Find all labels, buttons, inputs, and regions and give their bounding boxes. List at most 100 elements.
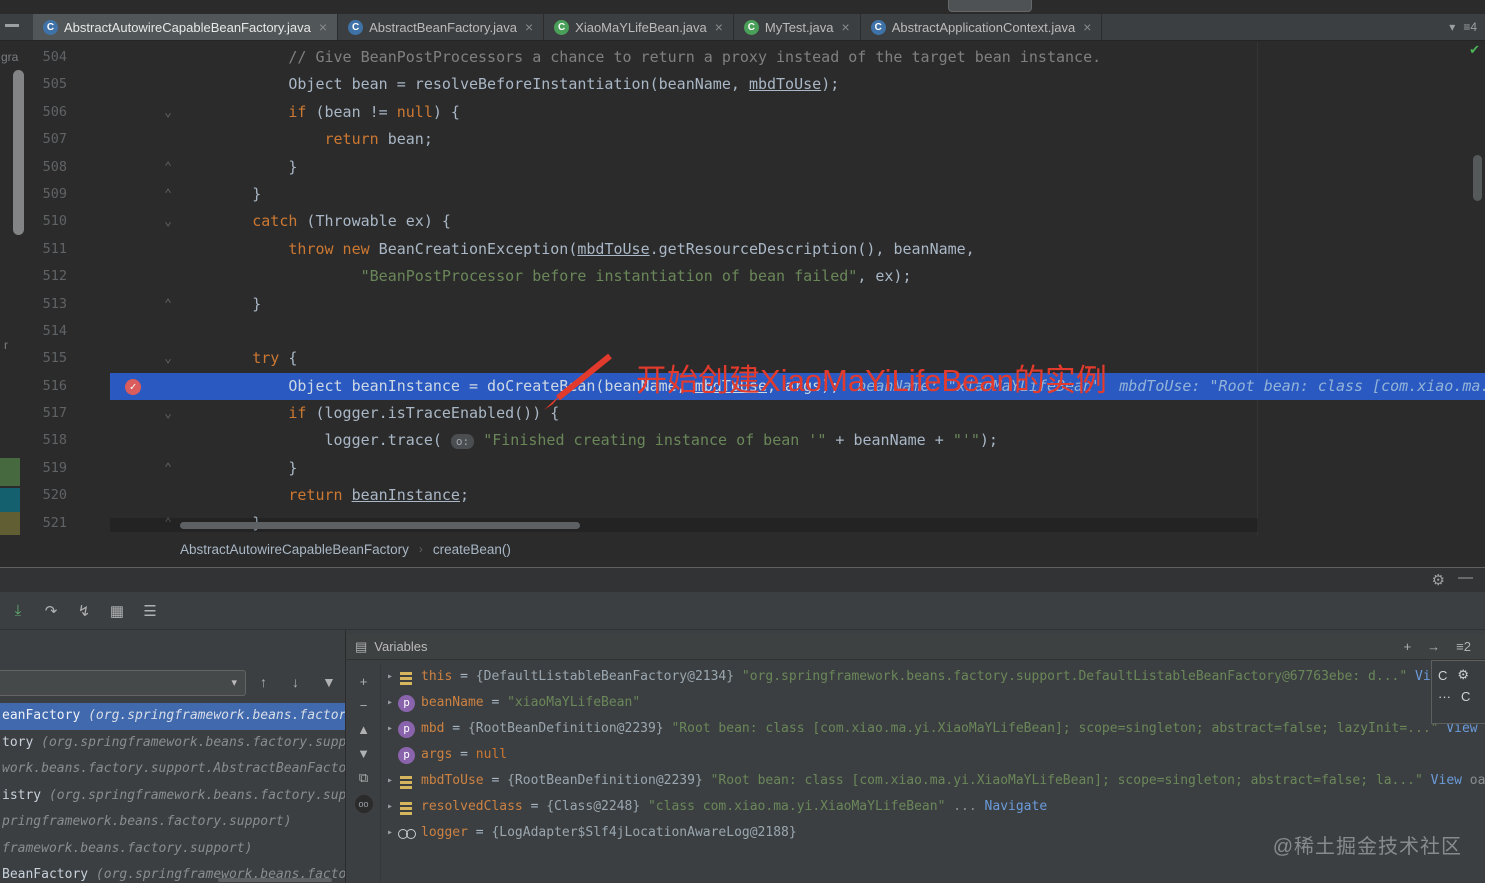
code-line[interactable]: 516 ✓ Object beanInstance = doCreateBean(b…: [0, 372, 1485, 401]
editor-tab[interactable]: C AbstractBeanFactory.java ×: [338, 14, 545, 40]
tabs-dropdown-icon[interactable]: ▾: [1449, 20, 1455, 34]
gutter[interactable]: [67, 318, 180, 345]
move-down-icon[interactable]: ▼: [357, 746, 370, 761]
code-line[interactable]: 505 Object bean = resolveBeforeInstantiat…: [0, 71, 1485, 98]
exec-point-icon[interactable]: ⤓: [8, 602, 28, 619]
code-line[interactable]: 512 "BeanPostProcessor before instantiati…: [0, 263, 1485, 290]
editor-tab[interactable]: C MyTest.java ×: [734, 14, 861, 40]
code-line[interactable]: 509 ⌃}: [0, 181, 1485, 208]
gutter[interactable]: [67, 236, 180, 263]
value-link[interactable]: View: [1423, 768, 1462, 794]
gutter[interactable]: ⌄: [67, 99, 180, 126]
code-line[interactable]: 513 ⌃}: [0, 291, 1485, 318]
fold-close-icon[interactable]: ⌃: [160, 154, 176, 181]
debug-minimize-icon[interactable]: —: [1458, 569, 1473, 586]
view-breakpoints-icon[interactable]: ▦: [107, 602, 127, 620]
gutter[interactable]: [67, 44, 180, 71]
thread-selector[interactable]: ▾: [0, 670, 246, 696]
header-jump-icon[interactable]: →: [1427, 639, 1440, 654]
settings-lines-icon[interactable]: ☰: [140, 602, 160, 620]
code-line[interactable]: 518 logger.trace( o: "Finished creating i…: [0, 427, 1485, 454]
frame-row[interactable]: work.beans.factory.support.AbstractBeanF…: [0, 756, 345, 783]
tabs-menu-icon[interactable]: ≡4: [1463, 20, 1477, 34]
value-link[interactable]: Navigate: [977, 794, 1048, 820]
fold-close-icon[interactable]: ⌃: [160, 455, 176, 482]
breadcrumb-class[interactable]: AbstractAutowireCapableBeanFactory: [180, 542, 409, 557]
editor-tab[interactable]: C AbstractApplicationContext.java ×: [861, 14, 1103, 40]
expand-arrow-icon[interactable]: ▸: [382, 794, 398, 820]
variable-row[interactable]: ▸ p beanName = "xiaoMaYLifeBean": [382, 690, 1485, 716]
breakpoint-icon[interactable]: ✓: [125, 378, 141, 395]
header-add-icon[interactable]: +: [1404, 639, 1412, 654]
frame-row[interactable]: framework.beans.factory.support): [0, 836, 345, 863]
gutter[interactable]: ⌃: [67, 455, 180, 482]
close-tab-icon[interactable]: ×: [1083, 19, 1091, 35]
variable-row[interactable]: p args = null: [382, 742, 1485, 768]
close-tab-icon[interactable]: ×: [842, 19, 850, 35]
fold-close-icon[interactable]: ⌃: [160, 181, 176, 208]
code-line[interactable]: 507 return bean;: [0, 126, 1485, 153]
code-line[interactable]: 519 ⌃}: [0, 455, 1485, 482]
frame-row[interactable]: eanFactory (org.springframework.beans.fa…: [0, 703, 345, 730]
fold-open-icon[interactable]: ⌄: [160, 208, 176, 235]
inspection-status-icon[interactable]: ✔: [1469, 42, 1480, 58]
breadcrumb-method[interactable]: createBean(): [433, 542, 511, 557]
code-line[interactable]: 510 ⌄ catch (Throwable ex) {: [0, 208, 1485, 235]
editor-vertical-scrollbar[interactable]: [1473, 155, 1482, 201]
code-line[interactable]: 520 return beanInstance;: [0, 482, 1485, 509]
gutter[interactable]: [67, 126, 180, 153]
console-tab-fragment[interactable]: C: [1461, 689, 1470, 704]
tool-window-scrollbar[interactable]: [13, 70, 24, 235]
fold-close-icon[interactable]: ⌃: [160, 291, 176, 318]
code-line[interactable]: 504// Give BeanPostProcessors a chance t…: [0, 44, 1485, 71]
watch-toggle-icon[interactable]: oo: [354, 795, 373, 813]
move-up-icon[interactable]: ▲: [357, 722, 370, 737]
fold-open-icon[interactable]: ⌄: [160, 400, 176, 427]
gutter[interactable]: [67, 263, 180, 290]
close-tab-icon[interactable]: ×: [319, 19, 327, 35]
expand-arrow-icon[interactable]: ▸: [382, 820, 398, 846]
code-line[interactable]: 508 ⌃}: [0, 154, 1485, 181]
gutter[interactable]: ⌃: [67, 291, 180, 318]
header-layout-icon[interactable]: ≡2: [1456, 639, 1471, 654]
debug-settings-gear-icon[interactable]: ⚙: [1432, 571, 1445, 589]
fold-open-icon[interactable]: ⌄: [160, 345, 176, 372]
overlay-more-icon[interactable]: ···: [1438, 689, 1451, 704]
remove-watch-icon[interactable]: −: [360, 698, 368, 713]
overlay-gear-icon[interactable]: ⚙: [1457, 667, 1469, 683]
close-tab-icon[interactable]: ×: [525, 19, 533, 35]
expand-arrow-icon[interactable]: ▸: [382, 664, 398, 690]
code-line[interactable]: 511 throw new BeanCreationException(mbdTo…: [0, 236, 1485, 263]
gutter[interactable]: ⌃: [67, 181, 180, 208]
frame-row[interactable]: tory (org.springframework.beans.factory.…: [0, 730, 345, 757]
combo-arrow-icon[interactable]: ▾: [231, 676, 237, 689]
force-step-over-icon[interactable]: ↷: [41, 602, 61, 620]
gutter[interactable]: [67, 482, 180, 509]
expand-arrow-icon[interactable]: ▸: [382, 768, 398, 794]
close-tab-icon[interactable]: ×: [715, 19, 723, 35]
variable-row[interactable]: ▸ p mbd = {RootBeanDefinition@2239} "Root …: [382, 716, 1485, 742]
force-step-into-icon[interactable]: ↯: [74, 602, 94, 620]
variable-row[interactable]: ▸ this = {DefaultListableBeanFactory@2134…: [382, 664, 1485, 690]
frames-horizontal-scrollbar[interactable]: [218, 878, 332, 882]
console-tab-fragment[interactable]: C: [1438, 668, 1447, 683]
frame-filter-icon[interactable]: ▼: [322, 674, 336, 690]
gutter[interactable]: ⌄: [67, 345, 180, 372]
editor-tab[interactable]: C XiaoMaYLifeBean.java ×: [544, 14, 734, 40]
code-line[interactable]: 515 ⌄ try {: [0, 345, 1485, 372]
gutter[interactable]: ✓: [67, 373, 180, 400]
expand-arrow-icon[interactable]: ▸: [382, 690, 398, 716]
frame-row[interactable]: pringframework.beans.factory.support): [0, 809, 345, 836]
code-editor[interactable]: 504// Give BeanPostProcessors a chance t…: [0, 42, 1485, 535]
gutter[interactable]: [67, 427, 180, 454]
frame-down-icon[interactable]: ↓: [292, 674, 299, 690]
duplicate-icon[interactable]: ⧉: [359, 770, 368, 786]
code-line[interactable]: 506 ⌄ if (bean != null) {: [0, 99, 1485, 126]
frame-up-icon[interactable]: ↑: [260, 674, 267, 690]
gutter[interactable]: ⌄: [67, 208, 180, 235]
gutter[interactable]: ⌄: [67, 400, 180, 427]
editor-horizontal-scrollbar[interactable]: [180, 522, 580, 529]
code-line[interactable]: 514: [0, 318, 1485, 345]
fold-open-icon[interactable]: ⌄: [160, 99, 176, 126]
frame-row[interactable]: istry (org.springframework.beans.factory…: [0, 783, 345, 810]
